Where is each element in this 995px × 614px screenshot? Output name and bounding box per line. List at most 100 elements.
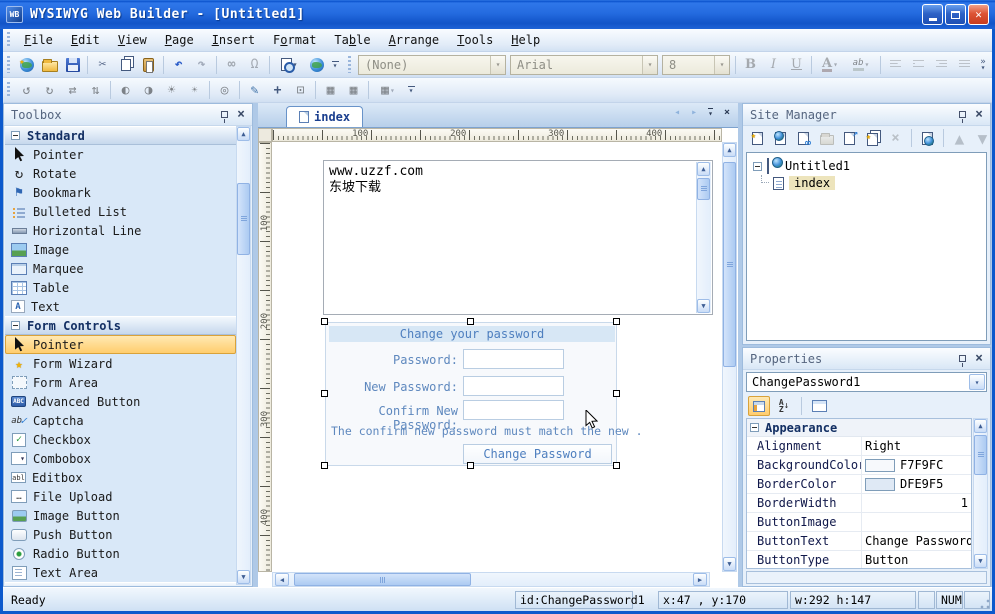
page-properties-button[interactable] xyxy=(917,128,938,148)
tree-node-index[interactable]: index xyxy=(773,176,836,190)
selection-handle-sw[interactable] xyxy=(321,462,328,469)
close-icon[interactable]: × xyxy=(237,108,245,121)
maximize-button[interactable] xyxy=(945,4,966,25)
paste-button[interactable] xyxy=(137,54,160,76)
tab-list-icon[interactable]: ▾ xyxy=(708,107,713,118)
toolbox-item-pointer[interactable]: Pointer xyxy=(5,145,236,164)
font-size-combobox[interactable]: 8 ▾ xyxy=(662,54,730,75)
property-row-buttontype[interactable]: ButtonType Button xyxy=(747,551,971,568)
new-page-button[interactable] xyxy=(747,128,768,148)
canvas-vertical-scrollbar[interactable]: ▲ ▼ xyxy=(722,142,737,572)
preview-button[interactable]: ▾ xyxy=(273,54,305,76)
selection-handle-n[interactable] xyxy=(467,318,474,325)
scrollbar-thumb[interactable] xyxy=(294,573,471,586)
confirm-password-input[interactable] xyxy=(463,400,564,420)
image-edit-button[interactable]: ▦ xyxy=(342,79,365,101)
draw-button[interactable]: ✎ xyxy=(243,79,266,101)
canvas-horizontal-scrollbar[interactable]: ◀ ▶ xyxy=(272,572,710,587)
highlight-button[interactable]: ab ▾ xyxy=(845,54,877,76)
toolbar-grip[interactable] xyxy=(348,55,351,74)
new-folder-button[interactable] xyxy=(816,128,837,148)
brightness-up-button[interactable]: ☀ xyxy=(160,79,183,101)
scroll-left-icon[interactable]: ◀ xyxy=(275,573,289,586)
properties-scrollbar[interactable]: ▲ ▼ xyxy=(973,418,988,569)
selection-handle-w[interactable] xyxy=(321,390,328,397)
tree-node-root[interactable]: Untitled1 xyxy=(753,157,850,174)
textbox-scrollbar[interactable]: ▲ ▼ xyxy=(696,162,711,313)
toolbox-item-radio-button[interactable]: Radio Button xyxy=(5,544,236,563)
change-password-button[interactable]: Change Password xyxy=(463,444,612,464)
bold-button[interactable]: B xyxy=(739,54,762,76)
scroll-right-icon[interactable]: ▶ xyxy=(693,573,707,586)
new-html-page-button[interactable] xyxy=(770,128,791,148)
resize-grip[interactable] xyxy=(979,598,991,610)
toolbox-item-table[interactable]: Table xyxy=(5,278,236,297)
password-input[interactable] xyxy=(463,349,564,369)
toolbox-item-marquee[interactable]: Marquee xyxy=(5,259,236,278)
toolbox-section-next[interactable] xyxy=(5,582,236,585)
close-icon[interactable]: × xyxy=(975,108,983,121)
link-page-button[interactable] xyxy=(793,128,814,149)
align-justify-button[interactable] xyxy=(953,54,976,76)
brightness-down-button[interactable]: ☀ xyxy=(183,79,206,101)
property-row-buttonimage[interactable]: ButtonImage xyxy=(747,513,971,532)
toolbox-item-file-upload[interactable]: File Upload xyxy=(5,487,236,506)
tab-index[interactable]: index xyxy=(286,106,364,127)
image-effects-button[interactable]: ▦ xyxy=(319,79,342,101)
menu-table[interactable]: Table xyxy=(325,31,379,49)
menu-tools[interactable]: Tools xyxy=(448,31,502,49)
toolbox-item-rotate[interactable]: ↻ Rotate xyxy=(5,164,236,183)
toolbox-item-checkbox[interactable]: Checkbox xyxy=(5,430,236,449)
scroll-down-icon[interactable]: ▼ xyxy=(723,557,736,571)
toolbox-item-image[interactable]: Image xyxy=(5,240,236,259)
scrollbar-thumb[interactable] xyxy=(974,435,987,475)
property-row-borderwidth[interactable]: BorderWidth 1 xyxy=(747,494,971,513)
import-page-button[interactable] xyxy=(839,128,860,148)
link-button[interactable]: ∞ xyxy=(220,54,243,76)
category-appearance[interactable]: Appearance xyxy=(747,419,971,437)
toolbox-item-advanced-button[interactable]: ABC Advanced Button xyxy=(5,392,236,411)
toolbox-item-text[interactable]: A Text xyxy=(5,297,236,316)
redo-button[interactable]: ↷ xyxy=(190,54,213,76)
toolbar-grip[interactable] xyxy=(7,32,10,48)
toolbox-item-bulleted-list[interactable]: Bulleted List xyxy=(5,202,236,221)
scrollbar-thumb[interactable] xyxy=(723,162,736,367)
crop-button[interactable]: ⊡ xyxy=(289,79,312,101)
toolbox-scrollbar[interactable]: ▲ ▼ xyxy=(236,126,251,585)
delete-page-button[interactable]: × xyxy=(885,128,906,148)
menu-insert[interactable]: Insert xyxy=(203,31,264,49)
scroll-up-icon[interactable]: ▲ xyxy=(697,162,710,176)
toolbox-section-form-controls[interactable]: Form Controls xyxy=(5,316,236,335)
toolbox-item-form-area[interactable]: Form Area xyxy=(5,373,236,392)
cut-button[interactable]: ✂ xyxy=(91,54,114,76)
align-center-button[interactable] xyxy=(907,54,930,76)
image-insert-button[interactable]: ▦ ▾ xyxy=(372,79,404,101)
scroll-down-icon[interactable]: ▼ xyxy=(974,554,987,568)
categorized-view-button[interactable] xyxy=(748,396,770,416)
property-row-alignment[interactable]: Alignment Right xyxy=(747,437,971,456)
change-password-form-object[interactable]: Change your password Password: New Passw… xyxy=(325,322,643,466)
toolbox-item-captcha[interactable]: abCaptcha xyxy=(5,411,236,430)
hotspot-button[interactable]: + xyxy=(266,79,289,101)
toolbox-item-push-button[interactable]: Push Button xyxy=(5,525,236,544)
selection-handle-se[interactable] xyxy=(613,462,620,469)
clone-page-button[interactable] xyxy=(862,128,883,148)
minimize-button[interactable] xyxy=(922,4,943,25)
toolbar-overflow-button[interactable]: ▾ xyxy=(328,54,342,76)
scroll-up-icon[interactable]: ▲ xyxy=(974,419,987,433)
new-password-input[interactable] xyxy=(463,376,564,396)
menu-view[interactable]: View xyxy=(109,31,156,49)
toolbox-item-form-wizard[interactable]: ★ Form Wizard xyxy=(5,354,236,373)
canvas-textbox-object[interactable]: www.uzzf.com 东坡下载 ▲ ▼ xyxy=(323,160,713,315)
font-combobox[interactable]: Arial ▾ xyxy=(510,54,658,75)
publish-button[interactable] xyxy=(305,54,328,76)
scroll-up-icon[interactable]: ▲ xyxy=(237,127,250,141)
menu-file[interactable]: File xyxy=(15,31,62,49)
font-color-button[interactable]: A ▾ xyxy=(815,54,845,76)
selection-handle-nw[interactable] xyxy=(321,318,328,325)
underline-button[interactable]: U xyxy=(785,54,808,76)
toolbox-item-editbox[interactable]: abl Editbox xyxy=(5,468,236,487)
pin-icon[interactable] xyxy=(221,111,229,123)
property-row-backgroundcolor[interactable]: BackgroundColor F7F9FC xyxy=(747,456,971,475)
color-adjust-button[interactable]: ◎ xyxy=(213,79,236,101)
